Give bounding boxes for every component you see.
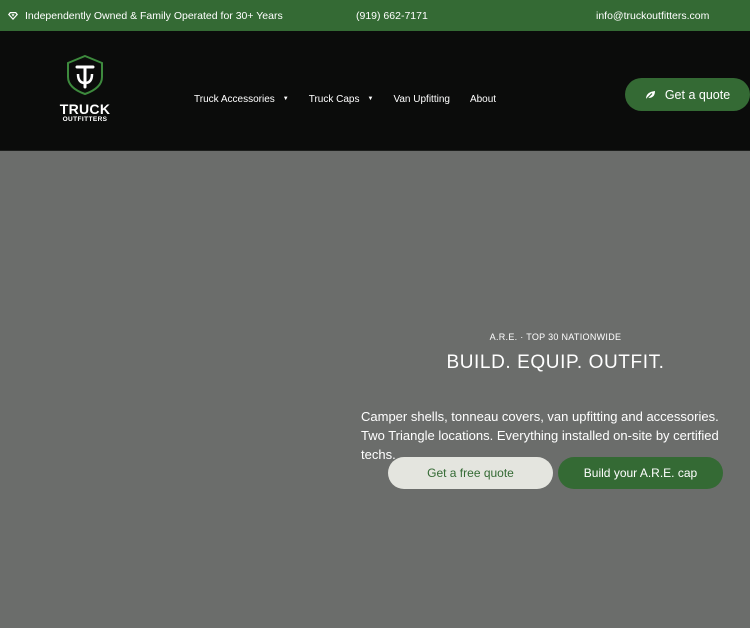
email-link[interactable]: info@truckoutfitters.com [596,0,709,31]
nav-item-label: Truck Caps [308,93,360,105]
top-bar: Independently Owned & Family Operated fo… [0,0,750,31]
site-header: TRUCK OUTFITTERS Truck Accessories ▼ Tru… [0,31,750,151]
hero-headline: BUILD. EQUIP. OUTFIT. [446,352,665,373]
nav-item-truck-caps[interactable]: Truck Caps ▼ [309,94,374,105]
site-logo[interactable]: TRUCK OUTFITTERS [56,54,114,131]
hero-eyebrow: A.R.E. · TOP 30 NATIONWIDE [489,332,622,342]
caret-down-icon: ▼ [282,96,289,102]
nav-item-label: Van Upfitting [393,93,450,105]
nav-item-truck-accessories[interactable]: Truck Accessories ▼ [194,94,289,105]
build-cap-button[interactable]: Build your A.R.E. cap [558,457,723,489]
nav-item-label: About [469,93,497,105]
tagline-text: Independently Owned & Family Operated fo… [25,9,283,22]
get-a-quote-button[interactable]: Get a quote [625,78,750,111]
nav-item-label: Truck Accessories [194,93,275,105]
leaf-icon [645,90,655,99]
logo-line-2: OUTFITTERS [62,116,108,123]
logo-line-1: TRUCK [59,101,111,117]
caret-down-icon: ▼ [367,96,374,102]
hero-description: Camper shells, tonneau covers, van upfit… [361,409,719,462]
get-a-quote-label: Get a quote [664,87,731,102]
tagline: Independently Owned & Family Operated fo… [8,0,283,31]
nav-item-van-upfitting[interactable]: Van Upfitting [393,94,450,105]
free-quote-button[interactable]: Get a free quote [388,457,553,489]
main-nav: Truck Accessories ▼ Truck Caps ▼ Van Upf… [194,31,516,167]
diamond-icon [8,11,18,20]
phone-link[interactable]: (919) 662-7171 [356,0,428,31]
nav-item-about[interactable]: About [470,94,496,105]
hero-section: A.R.E. · TOP 30 NATIONWIDE BUILD. EQUIP.… [0,152,750,628]
shield-logo-icon [67,54,103,96]
